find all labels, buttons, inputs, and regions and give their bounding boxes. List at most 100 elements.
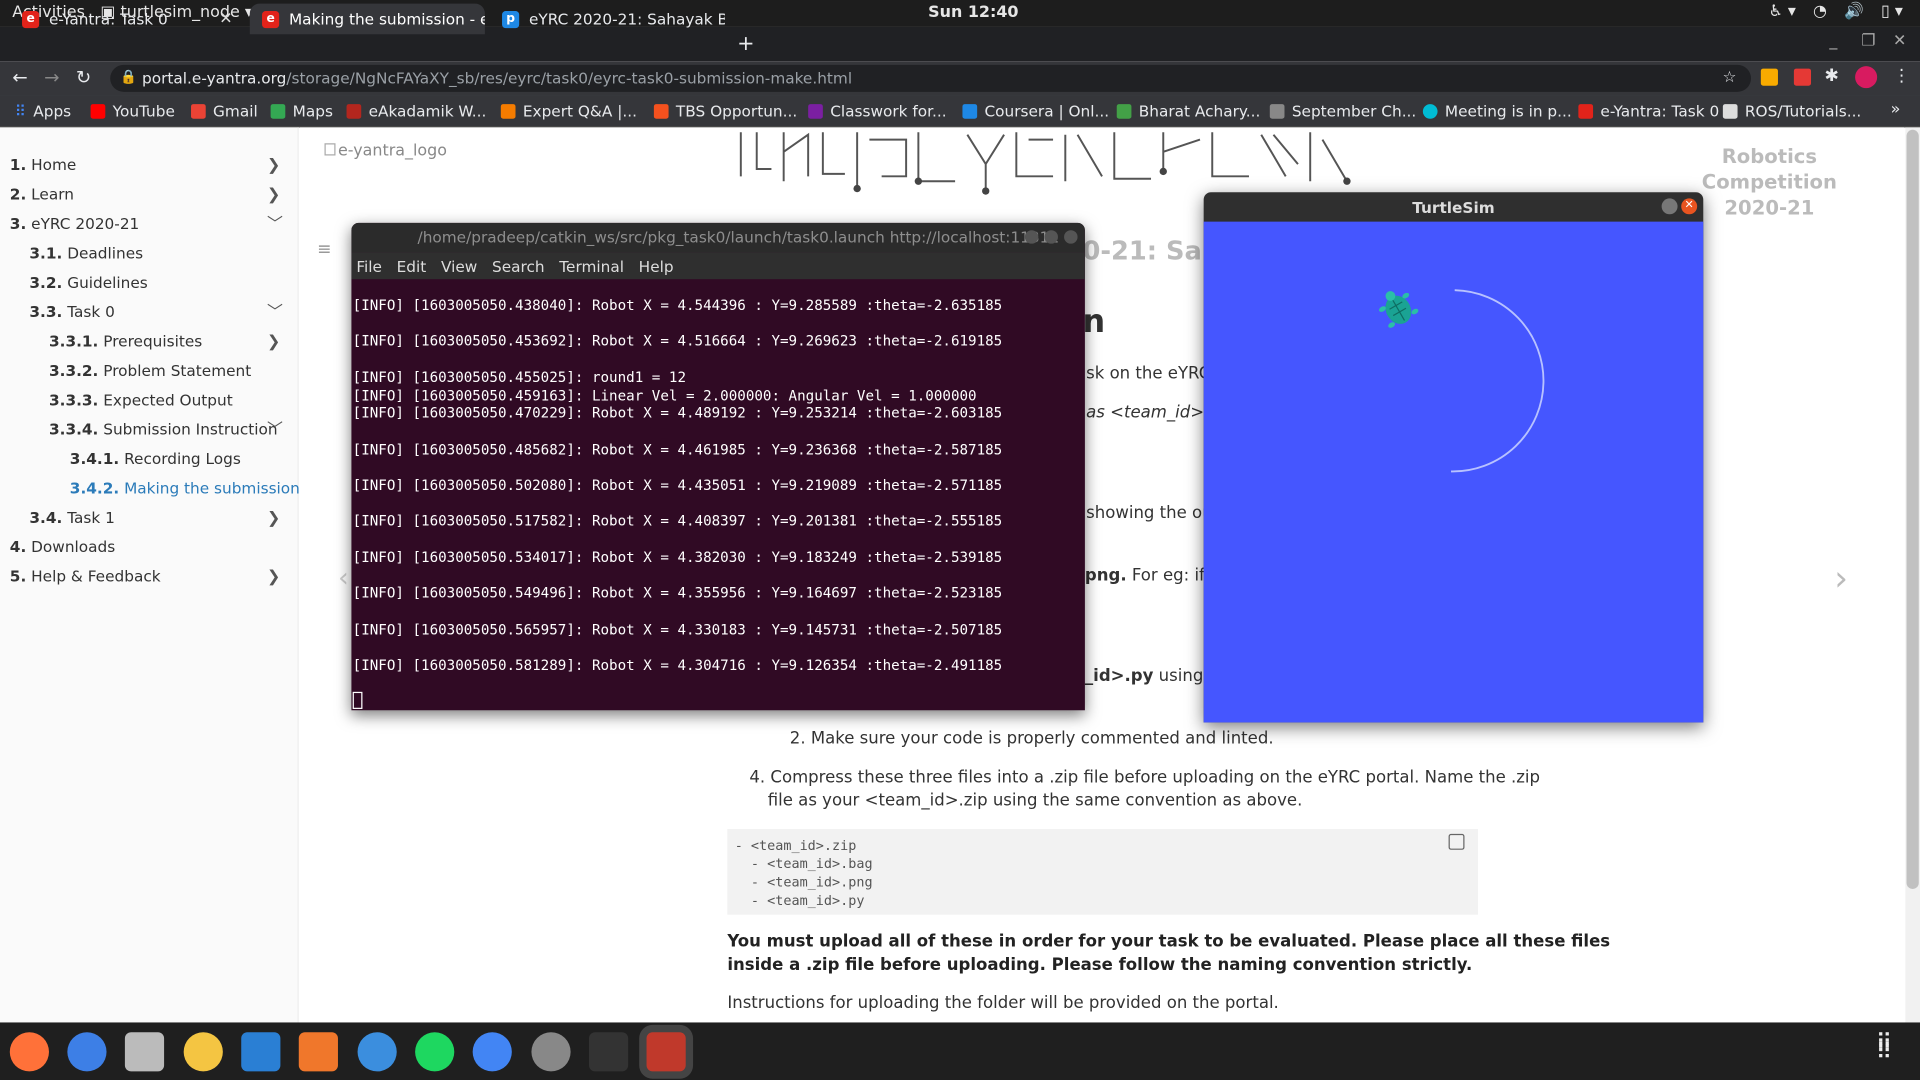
extension-icon[interactable] [1760,68,1778,86]
back-arrow-icon[interactable]: ← [12,66,27,88]
menu-view[interactable]: View [441,257,477,279]
minimize-icon[interactable] [1661,198,1678,215]
menu-search[interactable]: Search [492,257,545,279]
bookmark-youtube[interactable]: YouTube [90,102,175,120]
bookmark-classwork[interactable]: Classwork for... [808,102,947,120]
profile-avatar[interactable] [1855,66,1878,89]
turtlesim-icon[interactable] [646,1032,686,1072]
close-icon[interactable]: ✕ [1681,198,1698,215]
sidebar-item-task-1[interactable]: 3.4. Task 1 [29,508,114,526]
software-icon[interactable] [298,1032,338,1072]
minimize-window-icon[interactable]: _ [1829,32,1837,50]
sidebar-item-learn[interactable]: 2. Learn [10,185,74,203]
chevron-right-icon[interactable]: ❯ [267,186,280,204]
terminal-output[interactable]: [INFO] [1603005050.438040]: Robot X = 4.… [351,279,1084,710]
close-window-icon[interactable]: ✕ [1893,32,1906,50]
sidebar-item-task-0[interactable]: 3.3. Task 0 [29,302,114,320]
next-page-chevron-icon[interactable]: › [1834,558,1848,598]
hamburger-menu-icon[interactable]: ≡ [317,240,331,260]
sidebar-item-recording-logs[interactable]: 3.4.1. Recording Logs [70,449,241,467]
bookmark-maps[interactable]: Maps [270,102,333,120]
files-icon[interactable] [124,1032,165,1072]
copy-icon[interactable] [1448,833,1465,850]
help-icon[interactable] [357,1032,397,1072]
bookmark-expert-qa[interactable]: Expert Q&A |... [500,102,637,120]
bookmark-ros[interactable]: ROS/Tutorials... [1722,102,1861,120]
close-icon[interactable]: ✕ [219,10,232,28]
menu-edit[interactable]: Edit [397,257,427,279]
terminal-window[interactable]: /home/pradeep/catkin_ws/src/pkg_task0/la… [351,222,1085,711]
show-applications-icon[interactable]: ⠿ ⠿ [1876,1032,1893,1064]
bookmark-bharat[interactable]: Bharat Achary... [1116,102,1260,120]
sidebar-item-making-the-submission[interactable]: 3.4.2. Making the submission [70,479,300,497]
minimize-icon[interactable] [1024,230,1039,244]
more-bookmarks-icon[interactable]: » [1891,100,1901,118]
sidebar-item-problem-statement[interactable]: 3.3.2. Problem Statement [49,361,251,379]
turtlesim-window[interactable]: TurtleSim ✕ [1203,192,1704,723]
sidebar-item-help-feedback[interactable]: 5. Help & Feedback [10,567,161,585]
prev-page-chevron-icon[interactable]: ‹ [338,563,349,594]
clock[interactable]: Sun 12:40 [928,4,1018,22]
bookmark-eyantra[interactable]: e-Yantra: Task 0 [1578,102,1719,120]
menu-help[interactable]: Help [639,257,674,279]
extension-icon[interactable] [1793,68,1812,86]
settings-icon[interactable] [531,1032,571,1072]
chevron-right-icon[interactable]: ❯ [267,157,280,175]
sidebar-item-home[interactable]: 1. Home [10,156,77,174]
wifi-icon[interactable]: ◔ [1813,2,1827,20]
bookmark-star-icon[interactable]: ☆ [1723,67,1737,85]
accessibility-icon[interactable]: ♿ ▾ [1769,2,1796,20]
bookmark-tbs[interactable]: TBS Opportun... [653,102,797,120]
sidebar-item-prerequisites[interactable]: 3.3.1. Prerequisites [49,332,202,350]
bookmark-gmail[interactable]: Gmail [191,102,258,120]
firefox-icon[interactable] [9,1032,49,1072]
forward-arrow-icon[interactable]: → [44,66,59,88]
sidebar-item-expected-output[interactable]: 3.3.3. Expected Output [49,391,233,409]
sidebar-item-deadlines[interactable]: 3.1. Deadlines [29,244,143,262]
tab-making-submission[interactable]: e Making the submission - e ✕ [249,3,485,35]
close-icon[interactable] [1064,230,1078,244]
extensions-puzzle-icon[interactable]: ✱ [1824,66,1838,86]
sidebar-item-eyrc-2020-21[interactable]: 3. eYRC 2020-21 [10,214,140,232]
bookmark-apps[interactable]: ⠿ Apps [15,102,71,120]
chrome-icon[interactable] [472,1032,512,1072]
spotify-icon[interactable] [415,1032,455,1072]
bookmark-meeting[interactable]: Meeting is in p... [1422,102,1572,120]
sidebar-item-label: Expected Output [103,390,233,409]
bookmark-september[interactable]: September Ch... [1269,102,1416,120]
chevron-right-icon[interactable]: ❯ [267,568,280,586]
bookmark-eakadamik[interactable]: eAkadamik W... [346,102,486,120]
new-tab-plus-icon[interactable]: + [737,32,754,56]
chevron-right-icon[interactable]: ❯ [267,509,280,527]
chevron-down-icon[interactable]: ﹀ [267,299,283,322]
address-bar[interactable]: 🔒 portal.e-yantra.org/storage/NgNcFAYaXY… [110,64,1752,92]
terminal-title[interactable]: /home/pradeep/catkin_ws/src/pkg_task0/la… [351,222,1085,253]
libreoffice-writer-icon[interactable] [241,1032,281,1072]
menu-terminal[interactable]: Terminal [559,257,624,279]
rhythmbox-icon[interactable] [183,1032,223,1072]
reload-icon[interactable]: ↻ [76,66,91,88]
terminal-icon[interactable] [588,1032,629,1072]
bookmark-coursera[interactable]: Coursera | Onl... [962,102,1109,120]
sidebar-item-guidelines[interactable]: 3.2. Guidelines [29,273,147,291]
battery-icon[interactable]: ▯ ▾ [1881,2,1903,20]
lock-icon[interactable]: 🔒 [120,69,137,85]
bold-note: inside a .zip file before uploading. Ple… [727,955,1473,975]
maximize-icon[interactable] [1044,230,1058,244]
turtlesim-title[interactable]: TurtleSim [1204,192,1704,221]
sidebar-item-submission-instruction[interactable]: 3.3.4. Submission Instruction [49,420,278,438]
volume-icon[interactable]: 🔊 [1844,2,1864,20]
sidebar-item-downloads[interactable]: 4. Downloads [10,538,115,556]
chevron-right-icon[interactable]: ❯ [267,333,280,351]
tab-eyrc-sahayak[interactable]: p eYRC 2020-21: Sahayak Bo ✕ [490,4,725,35]
tab-eyantra-task0[interactable]: e e-Yantra: Task 0 ✕ [10,4,245,35]
chevron-down-icon[interactable]: ﹀ [267,211,283,234]
thunderbird-icon[interactable] [67,1032,107,1072]
scrollbar-thumb[interactable] [1906,129,1919,889]
system-tray[interactable]: ♿ ▾ ◔ 🔊 ▯ ▾ [1769,2,1903,20]
menu-file[interactable]: File [356,257,382,279]
sidebar-item-label: Submission Instruction [103,420,278,439]
maximize-window-icon[interactable]: ❐ [1861,32,1875,50]
chrome-menu-icon[interactable]: ⋮ [1893,66,1910,86]
chevron-down-icon[interactable]: ﹀ [267,416,283,439]
